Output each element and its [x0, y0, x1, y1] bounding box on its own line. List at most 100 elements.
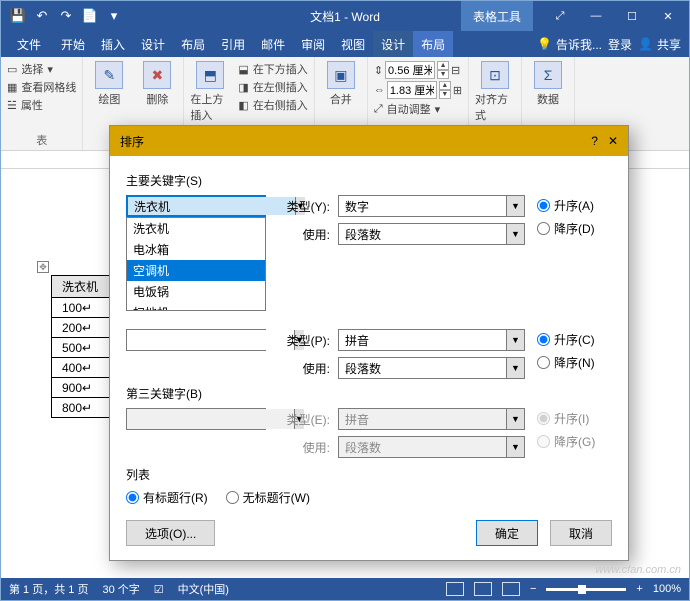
tab-layout[interactable]: 布局 — [173, 31, 213, 57]
tab-home[interactable]: 开始 — [53, 31, 93, 57]
eraser-button[interactable]: ✖删除 — [137, 61, 177, 107]
save-icon[interactable]: 💾 — [7, 5, 29, 27]
word-table[interactable]: 洗衣机 100↵ 200↵ 500↵ 400↵ 900↵ 800↵ — [51, 275, 112, 418]
web-layout-icon[interactable] — [502, 582, 520, 596]
primary-asc-radio[interactable]: 升序(A) — [537, 197, 612, 214]
zoom-in-icon[interactable]: + — [636, 583, 642, 595]
tab-mailings[interactable]: 邮件 — [253, 31, 293, 57]
row-height-field[interactable]: ⇕▲▼⊟ — [374, 61, 462, 79]
chevron-down-icon[interactable]: ▼ — [506, 358, 524, 378]
maximize-icon[interactable]: ☐ — [615, 5, 649, 27]
align-button[interactable]: ⊡对齐方式 — [475, 61, 515, 123]
dialog-titlebar[interactable]: 排序 ? ✕ — [110, 126, 628, 156]
spellcheck-icon[interactable]: ☑ — [154, 583, 164, 596]
redo-icon[interactable]: ↷ — [55, 5, 77, 27]
zoom-out-icon[interactable]: − — [530, 583, 536, 595]
new-doc-icon[interactable]: 📄 — [79, 5, 101, 27]
table-cell[interactable]: 800↵ — [52, 398, 112, 418]
window-controls: ⤢ — ☐ ✕ — [543, 5, 689, 27]
options-button[interactable]: 选项(O)... — [126, 520, 215, 546]
spin-down-icon[interactable]: ▼ — [437, 70, 449, 79]
language-indicator[interactable]: 中文(中国) — [178, 581, 229, 597]
insert-left-button[interactable]: ◨在左侧插入 — [238, 79, 307, 95]
tab-insert[interactable]: 插入 — [93, 31, 133, 57]
table-cell[interactable]: 100↵ — [52, 298, 112, 318]
list-item[interactable]: 电饭锅 — [127, 281, 265, 302]
draw-table-button[interactable]: ✎绘图 — [89, 61, 129, 107]
primary-key-dropdown-list[interactable]: 洗衣机 电冰箱 空调机✔ 电饭锅 扫地机 吸尘器 — [126, 217, 266, 311]
zoom-level[interactable]: 100% — [653, 583, 681, 595]
secondary-key-combo[interactable]: ▼ — [126, 329, 266, 351]
tab-design[interactable]: 设计 — [133, 31, 173, 57]
col-width-field[interactable]: ⇔▲▼⊞ — [374, 81, 462, 99]
share-button[interactable]: 👤共享 — [638, 36, 681, 53]
insert-above-button[interactable]: ⬒在上方插入 — [190, 61, 230, 123]
insert-right-button[interactable]: ◧在右侧插入 — [238, 97, 307, 113]
primary-key-combo[interactable]: ▼ — [126, 195, 266, 217]
title-bar: 💾 ↶ ↷ 📄 ▾ 文档1 - Word 表格工具 ⤢ — ☐ ✕ — [1, 1, 689, 31]
list-item[interactable]: 扫地机 — [127, 302, 265, 311]
zoom-slider[interactable] — [546, 588, 626, 591]
spin-down-icon[interactable]: ▼ — [439, 90, 451, 99]
autofit-button[interactable]: ⤢自动调整 ▾ — [374, 101, 462, 117]
list-item[interactable]: 洗衣机 — [127, 218, 265, 239]
table-cell[interactable]: 500↵ — [52, 338, 112, 358]
tab-file[interactable]: 文件 — [5, 31, 53, 57]
primary-key-label: 主要关键字(S) — [126, 172, 612, 189]
minimize-icon[interactable]: — — [579, 5, 613, 27]
data-button[interactable]: Σ数据 — [528, 61, 568, 107]
tab-references[interactable]: 引用 — [213, 31, 253, 57]
merge-button[interactable]: ▣合并 — [321, 61, 361, 107]
table-move-handle[interactable]: ✥ — [37, 261, 49, 273]
word-count[interactable]: 30 个字 — [102, 581, 139, 597]
no-header-row-radio[interactable]: 无标题行(W) — [226, 489, 310, 506]
type-label: 类型(P): — [278, 332, 330, 349]
close-icon[interactable]: ✕ — [651, 5, 685, 27]
tab-table-layout[interactable]: 布局 — [413, 31, 453, 57]
tab-view[interactable]: 视图 — [333, 31, 373, 57]
list-item[interactable]: 电冰箱 — [127, 239, 265, 260]
select-button[interactable]: ▭选择 ▾ — [7, 61, 76, 77]
list-item[interactable]: 空调机✔ — [127, 260, 265, 281]
cancel-button[interactable]: 取消 — [550, 520, 612, 546]
table-cell[interactable]: 900↵ — [52, 378, 112, 398]
tab-review[interactable]: 审阅 — [293, 31, 333, 57]
tab-table-design[interactable]: 设计 — [373, 31, 413, 57]
spin-up-icon[interactable]: ▲ — [437, 61, 449, 70]
dialog-help-icon[interactable]: ? — [591, 134, 598, 148]
distribute-rows-icon[interactable]: ⊟ — [451, 64, 460, 77]
primary-desc-radio[interactable]: 降序(D) — [537, 220, 612, 237]
chevron-down-icon[interactable]: ▼ — [506, 224, 524, 244]
table-cell[interactable]: 400↵ — [52, 358, 112, 378]
primary-type-combo[interactable]: ▼ — [338, 195, 525, 217]
page-indicator[interactable]: 第 1 页，共 1 页 — [9, 581, 88, 597]
sign-in[interactable]: 登录 — [608, 36, 632, 53]
ribbon-tabs: 文件 开始 插入 设计 布局 引用 邮件 审阅 视图 设计 布局 💡告诉我...… — [1, 31, 689, 57]
undo-icon[interactable]: ↶ — [31, 5, 53, 27]
ok-button[interactable]: 确定 — [476, 520, 538, 546]
table-cell[interactable]: 200↵ — [52, 318, 112, 338]
cursor-icon: ▭ — [7, 63, 17, 76]
chevron-down-icon[interactable]: ▼ — [506, 330, 524, 350]
header-row-radio[interactable]: 有标题行(R) — [126, 489, 208, 506]
properties-button[interactable]: ☱属性 — [7, 97, 76, 113]
spin-up-icon[interactable]: ▲ — [439, 81, 451, 90]
secondary-type-combo[interactable]: ▼ — [338, 329, 525, 351]
tell-me[interactable]: 💡告诉我... — [537, 36, 602, 53]
distribute-cols-icon[interactable]: ⊞ — [453, 84, 462, 97]
primary-using-combo[interactable]: ▼ — [338, 223, 525, 245]
read-mode-icon[interactable] — [446, 582, 464, 596]
insert-below-button[interactable]: ⬓在下方插入 — [238, 61, 307, 77]
qat-more-icon[interactable]: ▾ — [103, 5, 125, 27]
third-type-combo: ▼ — [338, 408, 525, 430]
view-gridlines-button[interactable]: ▦查看网格线 — [7, 79, 76, 95]
table-cell[interactable]: 洗衣机 — [52, 276, 112, 298]
dialog-close-icon[interactable]: ✕ — [608, 134, 618, 148]
chevron-down-icon[interactable]: ▼ — [506, 196, 524, 216]
type-label: 类型(E): — [278, 411, 330, 428]
secondary-using-combo[interactable]: ▼ — [338, 357, 525, 379]
secondary-asc-radio[interactable]: 升序(C) — [537, 331, 612, 348]
secondary-desc-radio[interactable]: 降序(N) — [537, 354, 612, 371]
print-layout-icon[interactable] — [474, 582, 492, 596]
ribbon-options-icon[interactable]: ⤢ — [543, 5, 577, 27]
